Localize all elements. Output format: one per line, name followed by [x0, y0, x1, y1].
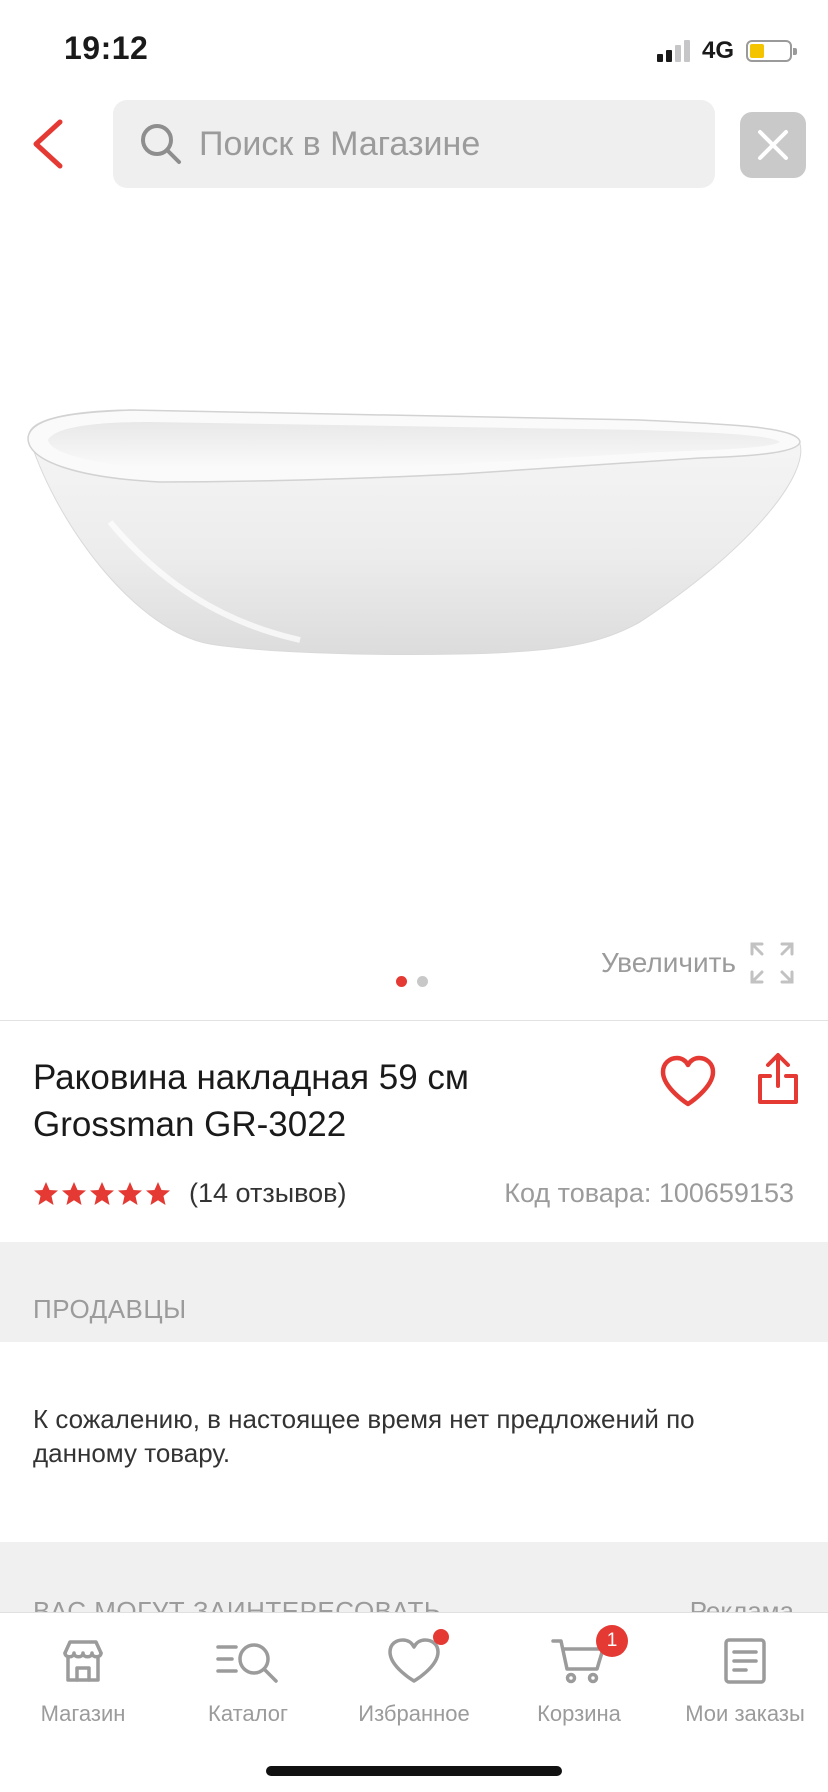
star-icon: [118, 1182, 142, 1205]
rating-block[interactable]: (14 отзывов): [33, 1178, 347, 1209]
status-time: 19:12: [64, 30, 149, 66]
divider: [0, 1020, 828, 1021]
tab-label: Корзина: [537, 1701, 621, 1726]
search-icon: [141, 124, 181, 164]
star-icon: [34, 1182, 58, 1205]
pagination-dot[interactable]: [417, 976, 428, 987]
pagination-dot[interactable]: [396, 976, 407, 987]
favorites-badge-dot: [433, 1629, 449, 1645]
header: [0, 96, 828, 192]
product-sku: Код товара: 100659153: [504, 1178, 794, 1208]
tab-label: Магазин: [40, 1701, 126, 1726]
tab-label: Каталог: [208, 1701, 288, 1726]
product-gallery[interactable]: Увеличить: [0, 192, 828, 1022]
chevron-left-icon: [33, 119, 63, 169]
home-indicator: [266, 1766, 562, 1776]
recommendations-title: ВАС МОГУТ ЗАИНТЕРЕСОВАТЬ: [33, 1596, 442, 1612]
catalog-search-icon: [216, 1643, 278, 1683]
network-type: 4G: [701, 37, 734, 64]
star-icon: [146, 1182, 170, 1205]
search-bar[interactable]: [113, 100, 715, 188]
status-bar: 19:12 4G: [0, 0, 828, 96]
recommendations-section-header: ВАС МОГУТ ЗАИНТЕРЕСОВАТЬ Реклама: [0, 1542, 828, 1612]
product-title-line: Раковина накладная 59 см: [33, 1058, 469, 1097]
no-offers-message: К сожалению, в настоящее время нет предл…: [33, 1404, 695, 1468]
expand-icon: [750, 942, 794, 984]
tab-cart[interactable]: 1 Корзина: [496, 1625, 662, 1727]
star-icon: [90, 1182, 114, 1205]
heart-icon: [660, 1055, 716, 1107]
tab-bar: Магазин Каталог Избранное 1 Корзина Мои …: [0, 1612, 828, 1792]
back-button[interactable]: [26, 112, 74, 176]
ad-label: Реклама: [689, 1596, 794, 1612]
gallery-pagination: [396, 976, 428, 987]
status-indicators: 4G: [656, 36, 797, 66]
close-icon: [758, 130, 788, 160]
favorite-button[interactable]: [658, 1054, 718, 1110]
tab-label: Мои заказы: [685, 1701, 805, 1726]
product-title-line: Grossman GR-3022: [33, 1105, 347, 1144]
star-icon: [62, 1182, 86, 1205]
zoom-button[interactable]: Увеличить: [601, 942, 794, 984]
heart-icon: [388, 1638, 440, 1683]
tab-catalog[interactable]: Каталог: [165, 1633, 331, 1727]
tab-label: Избранное: [358, 1701, 470, 1726]
close-button[interactable]: [740, 112, 806, 178]
store-icon: [63, 1640, 103, 1682]
tab-orders[interactable]: Мои заказы: [662, 1633, 828, 1727]
tab-store[interactable]: Магазин: [0, 1633, 166, 1727]
cart-badge: 1: [596, 1625, 628, 1657]
sellers-section-header: ПРОДАВЦЫ: [0, 1242, 828, 1342]
signal-icon: [656, 40, 690, 62]
tab-favorites[interactable]: Избранное: [331, 1629, 497, 1727]
share-icon: [758, 1053, 798, 1104]
reviews-link[interactable]: (14 отзывов): [189, 1178, 347, 1209]
battery-icon: [746, 40, 797, 62]
product-image: [27, 409, 802, 656]
product-title: Раковина накладная 59 см Grossman GR-302…: [33, 1054, 613, 1148]
share-button[interactable]: [756, 1052, 800, 1106]
search-input[interactable]: [197, 123, 681, 165]
zoom-label: Увеличить: [600, 947, 736, 978]
rating-stars: [33, 1181, 171, 1206]
orders-icon: [724, 1638, 766, 1684]
sellers-title: ПРОДАВЦЫ: [33, 1294, 187, 1324]
